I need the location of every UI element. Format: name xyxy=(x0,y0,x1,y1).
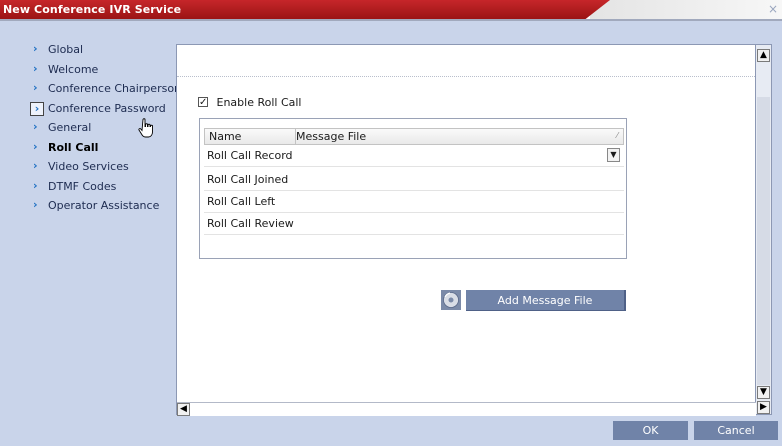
sidebar-item-label: Global xyxy=(48,43,84,56)
sidebar-item-label: Roll Call xyxy=(48,140,99,154)
enable-roll-call-label: Enable Roll Call xyxy=(216,95,302,109)
title-bar-gradient xyxy=(590,0,782,19)
title-bar: New Conference IVR Service × xyxy=(0,0,782,19)
sidebar-item-conference-password[interactable]: › Conference Password xyxy=(0,99,176,119)
horizontal-scrollbar[interactable]: ◀ xyxy=(177,402,756,416)
sidebar-item-dtmf-codes[interactable]: › DTMF Codes xyxy=(0,177,176,197)
close-icon[interactable]: × xyxy=(768,2,778,16)
chevron-right-icon: › xyxy=(33,178,38,192)
add-message-file-button[interactable]: Add Message File xyxy=(466,290,626,311)
table-row[interactable]: Roll Call Joined xyxy=(204,169,624,191)
sidebar-item-global[interactable]: › Global xyxy=(0,40,176,60)
table-row[interactable]: Roll Call Record ▼ xyxy=(204,145,624,167)
sidebar-item-label: DTMF Codes xyxy=(48,179,117,193)
sidebar-item-label: Conference Password xyxy=(48,101,166,115)
column-resize-icon: ⁄ xyxy=(616,131,618,140)
enable-roll-call-row[interactable]: ✓ Enable Roll Call xyxy=(198,95,302,109)
scroll-right-icon[interactable]: ▶ xyxy=(757,401,770,414)
column-header-name[interactable]: Name xyxy=(205,129,296,144)
sidebar-item-label: General xyxy=(48,121,92,134)
scroll-up-icon[interactable]: ▲ xyxy=(757,49,770,62)
row-name-cell: Roll Call Record xyxy=(207,149,293,162)
scroll-left-icon[interactable]: ◀ xyxy=(177,403,190,416)
sidebar-item-conference-chairperson[interactable]: › Conference Chairperson xyxy=(0,79,181,99)
row-name-cell: Roll Call Joined xyxy=(207,173,289,186)
table-row[interactable]: Roll Call Review xyxy=(204,213,624,235)
sidebar-item-label: Video Services xyxy=(48,160,129,173)
ok-button[interactable]: OK xyxy=(613,421,688,440)
chevron-right-icon: › xyxy=(33,61,38,75)
table-header: Name Message File ⁄ xyxy=(204,128,624,145)
chevron-right-icon: › xyxy=(33,120,38,133)
column-header-message-file[interactable]: Message File xyxy=(292,129,626,144)
vertical-scrollbar[interactable]: ▲ ▼ ▶ xyxy=(756,44,772,415)
chevron-down-icon[interactable]: ▼ xyxy=(607,148,620,162)
cancel-button[interactable]: Cancel xyxy=(694,421,778,440)
panel-divider xyxy=(177,76,761,77)
chevron-right-icon: › xyxy=(33,198,38,211)
scroll-down-icon[interactable]: ▼ xyxy=(757,386,770,399)
title-divider xyxy=(0,19,782,21)
chevron-right-icon: › xyxy=(33,42,38,55)
sidebar-item-label: Conference Chairperson xyxy=(48,82,182,95)
sidebar-item-label: Welcome xyxy=(48,62,99,76)
cd-disc-icon[interactable] xyxy=(441,290,461,310)
hand-cursor-icon xyxy=(138,118,153,138)
chevron-right-icon: › xyxy=(33,159,38,172)
roll-call-message-table: Name Message File ⁄ Roll Call Record ▼ R… xyxy=(199,118,627,259)
chevron-right-icon: › xyxy=(30,101,44,116)
row-name-cell: Roll Call Review xyxy=(207,217,294,230)
chevron-right-icon: › xyxy=(33,81,38,94)
chevron-right-icon: › xyxy=(33,139,38,153)
sidebar-item-label: Operator Assistance xyxy=(48,199,160,212)
sidebar-item-roll-call[interactable]: › Roll Call xyxy=(0,138,176,158)
sidebar-item-welcome[interactable]: › Welcome xyxy=(0,60,176,80)
enable-roll-call-checkbox[interactable]: ✓ xyxy=(198,97,208,108)
window-title: New Conference IVR Service xyxy=(3,3,182,16)
row-name-cell: Roll Call Left xyxy=(207,195,276,208)
sidebar-item-operator-assistance[interactable]: › Operator Assistance xyxy=(0,196,176,216)
table-row[interactable]: Roll Call Left xyxy=(204,191,624,213)
scrollbar-thumb[interactable] xyxy=(757,97,770,385)
sidebar-item-video-services[interactable]: › Video Services xyxy=(0,157,176,177)
